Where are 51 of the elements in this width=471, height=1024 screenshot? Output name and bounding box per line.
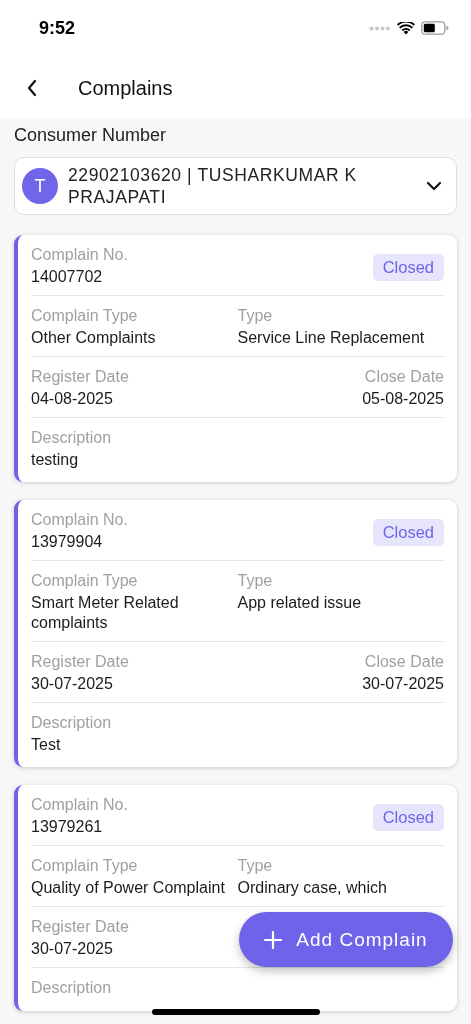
field-label: Type — [237, 306, 274, 326]
field-label: Close Date — [364, 367, 444, 387]
status-time: 9:52 — [39, 17, 76, 39]
field-value: App related issue — [237, 593, 363, 613]
field-value: 30-07-2025 — [31, 674, 114, 694]
field-label: Complain No. — [31, 245, 128, 265]
field-value: testing — [31, 450, 80, 470]
complaint-card[interactable]: Complain No. 13979904 Closed Complain Type Smart Meter Related complaints Type App related issue Register Date 30-07-2025 Close Date 30-07-2025 Description Test — [14, 500, 457, 767]
field-value: Ordinary case, which — [237, 878, 388, 898]
add-complain-button[interactable]: Add Complain — [239, 912, 453, 967]
field-label: Complain No. — [31, 510, 128, 530]
status-badge: Closed — [372, 519, 444, 546]
plus-icon — [264, 930, 283, 949]
field-label: Complain No. — [31, 795, 128, 815]
field-value: 14007702 — [31, 267, 104, 287]
field-value: 13979261 — [31, 817, 104, 837]
avatar: T — [22, 168, 58, 204]
field-label: Description — [31, 978, 112, 998]
field-label: Description — [31, 428, 112, 448]
field-label: Close Date — [364, 652, 444, 672]
field-label: Description — [31, 713, 112, 733]
status-badge: Closed — [372, 804, 444, 831]
field-label: Complain Type — [31, 571, 139, 591]
chevron-left-icon — [26, 79, 38, 97]
field-value: 30-07-2025 — [31, 939, 114, 959]
field-label: Complain Type — [31, 856, 139, 876]
signal-icon — [369, 25, 391, 31]
field-label: Register Date — [31, 652, 129, 672]
complaint-card[interactable]: Complain No. 14007702 Closed Complain Type Other Complaints Type Service Line Replacement Register Date 04-08-2025 Close Date 05-08-2025 Description testing — [14, 235, 457, 482]
page-title: Complains — [78, 76, 173, 100]
dropdown-value: 22902103620 | TUSHARKUMAR K PRAJAPATI — [68, 164, 358, 208]
field-label: Type — [237, 856, 274, 876]
chevron-down-icon — [426, 181, 442, 191]
field-label: Complain Type — [31, 306, 139, 326]
field-value: Service Line Replacement — [237, 328, 426, 348]
field-label: Register Date — [31, 367, 129, 387]
field-value: 13979904 — [31, 532, 104, 552]
field-value: 04-08-2025 — [31, 389, 114, 409]
field-label: Consumer Number — [14, 125, 168, 146]
field-label: Register Date — [31, 917, 129, 937]
field-value: Other Complaints — [31, 328, 157, 348]
field-value: Quality of Power Complaint — [31, 878, 226, 898]
battery-icon — [421, 21, 449, 35]
field-value: 30-07-2025 — [362, 674, 444, 694]
field-label: Type — [237, 571, 274, 591]
field-value: Smart Meter Related complaints — [31, 593, 180, 633]
status-badge: Closed — [372, 254, 444, 281]
consumer-dropdown[interactable]: T 22902103620 | TUSHARKUMAR K PRAJAPATI — [14, 157, 457, 215]
wifi-icon — [397, 21, 415, 35]
field-value: Test — [31, 735, 62, 755]
field-value: 05-08-2025 — [362, 389, 444, 409]
